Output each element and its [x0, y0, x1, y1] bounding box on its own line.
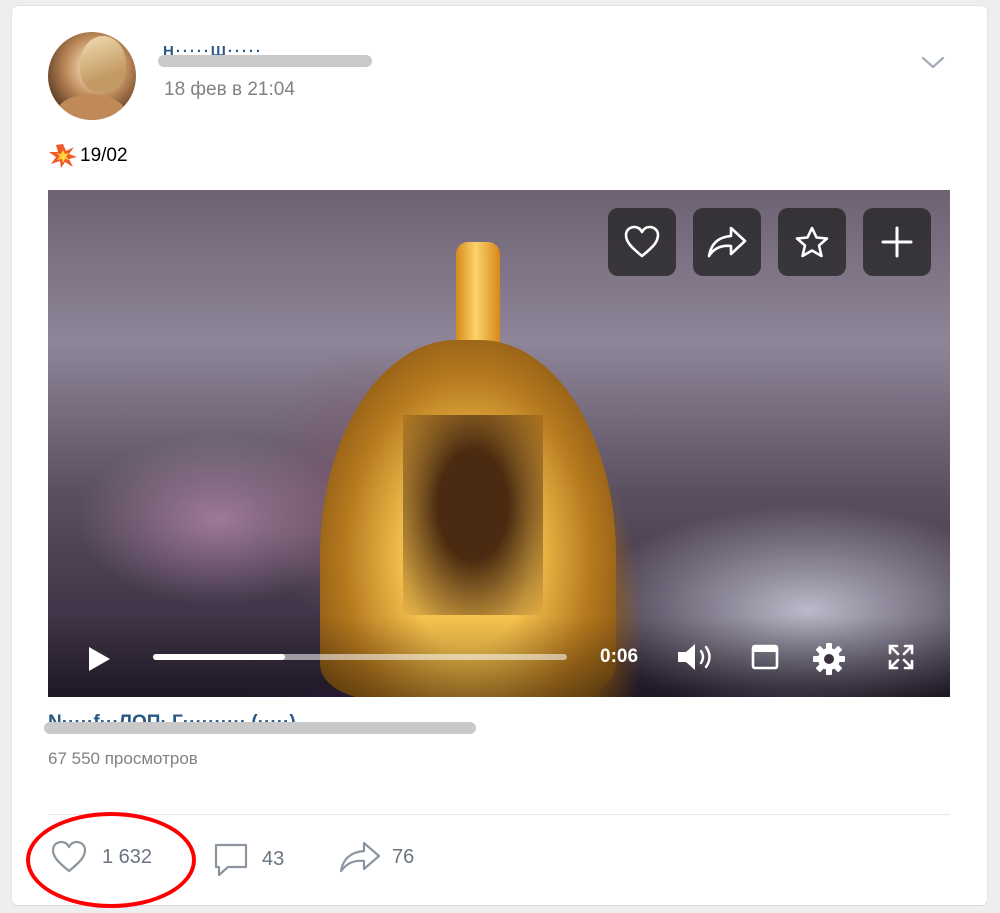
settings-icon[interactable] — [812, 642, 846, 676]
plus-icon — [881, 226, 913, 258]
comment-button[interactable]: 43 — [212, 840, 284, 878]
share-button[interactable]: 76 — [338, 840, 414, 874]
progress-fill — [153, 654, 286, 660]
red-circle-annotation — [26, 812, 196, 908]
comment-count: 43 — [262, 847, 285, 870]
author-name-redaction — [158, 55, 372, 67]
volume-icon[interactable] — [676, 642, 716, 672]
divider — [48, 814, 950, 815]
chevron-down-icon[interactable] — [919, 52, 947, 72]
like-video-button[interactable] — [608, 208, 676, 276]
heart-icon — [624, 225, 660, 258]
share-count: 76 — [392, 845, 415, 868]
star-icon — [795, 226, 829, 258]
play-icon[interactable] — [86, 645, 112, 673]
post-text: 19/02 — [48, 143, 128, 169]
author-avatar[interactable] — [48, 32, 136, 120]
post-date[interactable]: 18 фев в 21:04 — [164, 79, 295, 101]
favorite-video-button[interactable] — [778, 208, 846, 276]
fullscreen-icon[interactable] — [886, 642, 916, 672]
progress-bar[interactable] — [153, 654, 567, 660]
collision-icon — [49, 144, 77, 168]
scorpion-in-bottle — [403, 415, 543, 615]
share-icon — [707, 226, 747, 258]
share-video-button[interactable] — [693, 208, 761, 276]
share-icon — [339, 841, 381, 873]
video-player[interactable]: 0:06 — [48, 190, 950, 697]
add-video-button[interactable] — [863, 208, 931, 276]
comment-icon — [214, 843, 248, 877]
miniplayer-icon[interactable] — [750, 642, 780, 672]
video-views: 67 550 просмотров — [48, 749, 198, 768]
post-text-value: 19/02 — [80, 145, 128, 166]
video-title-redaction — [44, 722, 476, 734]
bottle-neck — [456, 242, 500, 352]
video-time: 0:06 — [600, 646, 639, 667]
